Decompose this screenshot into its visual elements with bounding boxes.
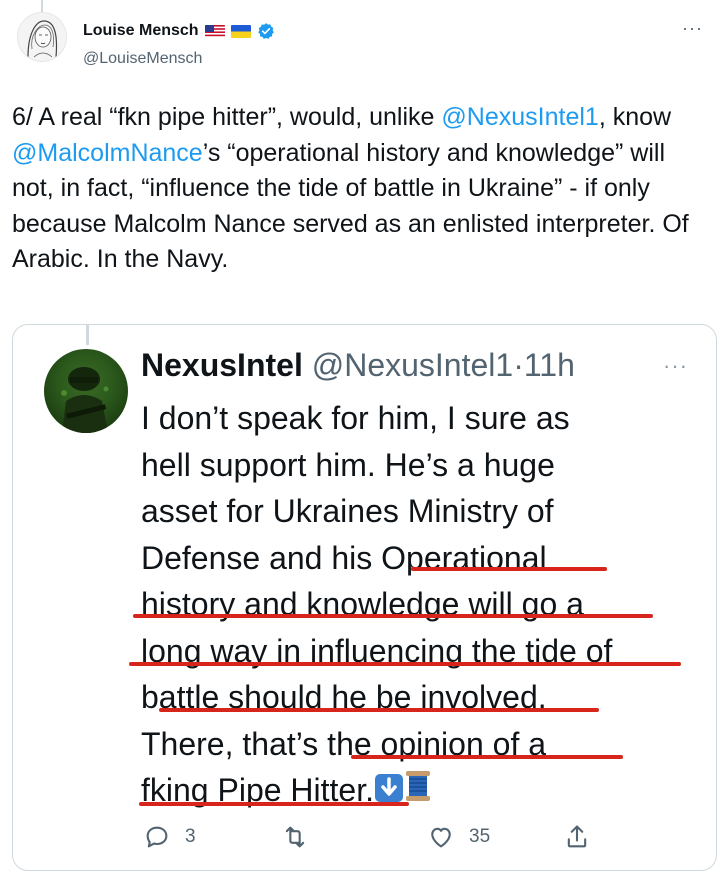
quoted-tweet-screenshot[interactable]: NexusIntel @NexusIntel1·11h ··· I don’t … — [12, 324, 717, 871]
reply-count: 3 — [185, 826, 196, 847]
highlight-underline-5 — [351, 755, 623, 759]
quoted-more-icon: ··· — [663, 353, 688, 378]
quoted-author-handle: @NexusIntel1 — [311, 347, 514, 383]
thread-spool-emoji-icon — [404, 769, 432, 816]
quoted-thread-line — [86, 325, 89, 345]
quoted-action-bar: 3 35 — [143, 823, 703, 859]
flag-ukraine-icon — [230, 24, 251, 38]
quoted-author-avatar — [44, 349, 128, 433]
highlight-underline-2 — [133, 614, 653, 618]
mention-nexusintel1-link[interactable]: @NexusIntel1 — [441, 103, 598, 131]
quoted-header: NexusIntel @NexusIntel1·11h — [141, 347, 575, 384]
author-handle[interactable]: @LouiseMensch — [83, 50, 202, 68]
more-icon[interactable]: ··· — [682, 18, 703, 39]
quoted-share — [563, 823, 591, 851]
like-count: 35 — [469, 826, 491, 847]
highlight-underline-3 — [129, 662, 681, 666]
highlight-underline-6 — [139, 802, 409, 806]
author-avatar[interactable] — [17, 12, 67, 62]
quoted-like: 35 — [427, 823, 490, 851]
quoted-separator: · — [513, 347, 524, 383]
highlight-underline-1 — [411, 567, 607, 571]
author-portrait-sketch — [18, 13, 66, 61]
tweet-text-part-1: 6/ A real “fkn pipe hitter”, would, unli… — [12, 103, 442, 131]
like-icon — [431, 827, 451, 848]
reply-icon — [146, 826, 168, 848]
quoted-retweet — [281, 823, 309, 851]
thread-connector-line — [41, 0, 43, 12]
author-display-name[interactable]: Louise Mensch — [83, 22, 199, 40]
verified-badge-icon — [257, 22, 275, 40]
highlight-underline-4 — [159, 708, 599, 712]
retweet-icon — [285, 826, 305, 848]
share-icon — [567, 825, 587, 848]
quoted-text-body: I don’t speak for him, I sure as hell su… — [141, 400, 613, 808]
quoted-author-name: NexusIntel — [141, 347, 303, 383]
quoted-timestamp: 11h — [523, 347, 575, 383]
soldier-silhouette-image — [61, 367, 109, 433]
flag-us-icon — [204, 24, 225, 38]
mention-malcolmnance-link[interactable]: @MalcolmNance — [12, 139, 203, 167]
quoted-text: I don’t speak for him, I sure as hell su… — [141, 395, 701, 816]
quoted-reply: 3 — [143, 823, 196, 851]
arrow-down-emoji-icon — [374, 769, 404, 816]
tweet-text: 6/ A real “fkn pipe hitter”, would, unli… — [12, 100, 712, 278]
tweet-text-part-2: , know — [598, 103, 672, 131]
